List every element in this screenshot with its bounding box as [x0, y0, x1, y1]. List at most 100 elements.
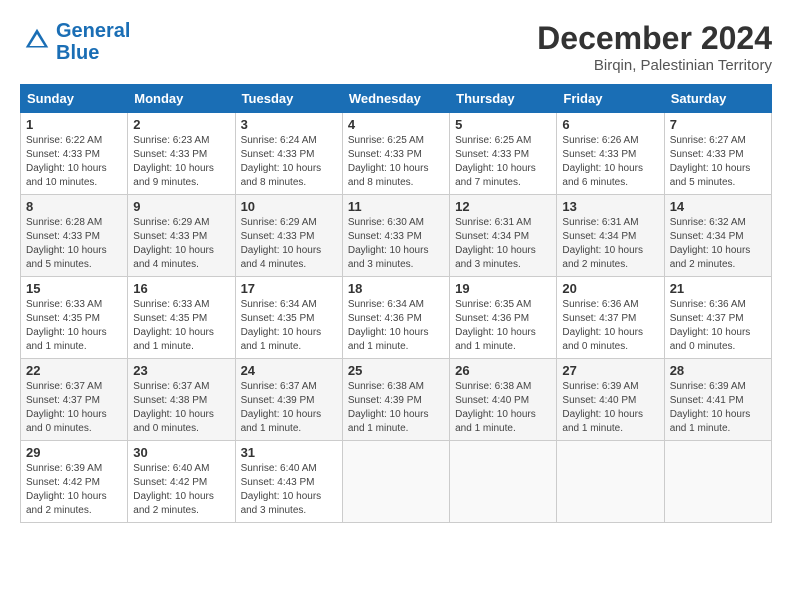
day-number: 12 [455, 199, 551, 214]
table-row: 16 Sunrise: 6:33 AMSunset: 4:35 PMDayligh… [128, 277, 235, 359]
table-row [342, 441, 449, 523]
day-number: 8 [26, 199, 122, 214]
table-row: 25 Sunrise: 6:38 AMSunset: 4:39 PMDayligh… [342, 359, 449, 441]
day-number: 22 [26, 363, 122, 378]
day-info: Sunrise: 6:34 AMSunset: 4:36 PMDaylight:… [348, 298, 444, 354]
day-number: 1 [26, 117, 122, 132]
table-row: 31 Sunrise: 6:40 AMSunset: 4:43 PMDayligh… [235, 441, 342, 523]
day-info: Sunrise: 6:37 AMSunset: 4:39 PMDaylight:… [241, 380, 337, 436]
table-row: 7 Sunrise: 6:27 AMSunset: 4:33 PMDaylight… [664, 113, 771, 195]
table-row: 27 Sunrise: 6:39 AMSunset: 4:40 PMDayligh… [557, 359, 664, 441]
header-tuesday: Tuesday [235, 85, 342, 113]
day-number: 25 [348, 363, 444, 378]
day-number: 30 [133, 445, 229, 460]
day-info: Sunrise: 6:25 AMSunset: 4:33 PMDaylight:… [348, 134, 444, 190]
day-number: 3 [241, 117, 337, 132]
day-info: Sunrise: 6:32 AMSunset: 4:34 PMDaylight:… [670, 216, 766, 272]
table-row: 9 Sunrise: 6:29 AMSunset: 4:33 PMDaylight… [128, 195, 235, 277]
weekday-header-row: Sunday Monday Tuesday Wednesday Thursday… [21, 85, 772, 113]
table-row [664, 441, 771, 523]
day-number: 20 [562, 281, 658, 296]
table-row: 2Sunrise: 6:23 AMSunset: 4:33 PMDaylight… [128, 113, 235, 195]
day-info: Sunrise: 6:39 AMSunset: 4:40 PMDaylight:… [562, 380, 658, 436]
day-info: Sunrise: 6:28 AMSunset: 4:33 PMDaylight:… [26, 216, 122, 272]
day-number: 18 [348, 281, 444, 296]
table-row: 26 Sunrise: 6:38 AMSunset: 4:40 PMDayligh… [450, 359, 557, 441]
table-row: 23Sunrise: 6:37 AMSunset: 4:38 PMDayligh… [128, 359, 235, 441]
day-number: 31 [241, 445, 337, 460]
day-info: Sunrise: 6:31 AMSunset: 4:34 PMDaylight:… [562, 216, 658, 272]
day-info: Sunrise: 6:29 AMSunset: 4:33 PMDaylight:… [133, 216, 229, 272]
table-row: 15 Sunrise: 6:33 AMSunset: 4:35 PMDayligh… [21, 277, 128, 359]
header-thursday: Thursday [450, 85, 557, 113]
day-number: 26 [455, 363, 551, 378]
day-info: Sunrise: 6:37 AMSunset: 4:37 PMDaylight:… [26, 380, 122, 436]
day-info: Sunrise: 6:36 AMSunset: 4:37 PMDaylight:… [670, 298, 766, 354]
day-number: 29 [26, 445, 122, 460]
week-row-2: 8 Sunrise: 6:28 AMSunset: 4:33 PMDaylight… [21, 195, 772, 277]
table-row: 12 Sunrise: 6:31 AMSunset: 4:34 PMDayligh… [450, 195, 557, 277]
day-number: 28 [670, 363, 766, 378]
table-row: 29 Sunrise: 6:39 AMSunset: 4:42 PMDayligh… [21, 441, 128, 523]
day-number: 9 [133, 199, 229, 214]
day-info: Sunrise: 6:38 AMSunset: 4:39 PMDaylight:… [348, 380, 444, 436]
table-row: 10Sunrise: 6:29 AMSunset: 4:33 PMDayligh… [235, 195, 342, 277]
week-row-3: 15 Sunrise: 6:33 AMSunset: 4:35 PMDayligh… [21, 277, 772, 359]
table-row: 5 Sunrise: 6:25 AMSunset: 4:33 PMDaylight… [450, 113, 557, 195]
day-number: 16 [133, 281, 229, 296]
calendar-table: Sunday Monday Tuesday Wednesday Thursday… [20, 84, 772, 523]
table-row: 3Sunrise: 6:24 AMSunset: 4:33 PMDaylight… [235, 113, 342, 195]
week-row-1: 1 Sunrise: 6:22 AMSunset: 4:33 PMDaylight… [21, 113, 772, 195]
header-sunday: Sunday [21, 85, 128, 113]
day-info: Sunrise: 6:26 AMSunset: 4:33 PMDaylight:… [562, 134, 658, 190]
day-number: 4 [348, 117, 444, 132]
table-row: 14 Sunrise: 6:32 AMSunset: 4:34 PMDayligh… [664, 195, 771, 277]
table-row: 21Sunrise: 6:36 AMSunset: 4:37 PMDayligh… [664, 277, 771, 359]
week-row-4: 22 Sunrise: 6:37 AMSunset: 4:37 PMDayligh… [21, 359, 772, 441]
day-info: Sunrise: 6:35 AMSunset: 4:36 PMDaylight:… [455, 298, 551, 354]
day-number: 15 [26, 281, 122, 296]
day-number: 27 [562, 363, 658, 378]
header-monday: Monday [128, 85, 235, 113]
day-info: Sunrise: 6:33 AMSunset: 4:35 PMDaylight:… [26, 298, 122, 354]
day-number: 11 [348, 199, 444, 214]
table-row: 13 Sunrise: 6:31 AMSunset: 4:34 PMDayligh… [557, 195, 664, 277]
day-number: 13 [562, 199, 658, 214]
day-number: 17 [241, 281, 337, 296]
day-info: Sunrise: 6:40 AMSunset: 4:43 PMDaylight:… [241, 462, 337, 518]
day-info: Sunrise: 6:30 AMSunset: 4:33 PMDaylight:… [348, 216, 444, 272]
day-info: Sunrise: 6:31 AMSunset: 4:34 PMDaylight:… [455, 216, 551, 272]
header-friday: Friday [557, 85, 664, 113]
logo-icon [22, 25, 52, 55]
day-info: Sunrise: 6:22 AMSunset: 4:33 PMDaylight:… [26, 134, 122, 190]
day-info: Sunrise: 6:25 AMSunset: 4:33 PMDaylight:… [455, 134, 551, 190]
day-info: Sunrise: 6:38 AMSunset: 4:40 PMDaylight:… [455, 380, 551, 436]
table-row [557, 441, 664, 523]
day-info: Sunrise: 6:40 AMSunset: 4:42 PMDaylight:… [133, 462, 229, 518]
day-info: Sunrise: 6:39 AMSunset: 4:42 PMDaylight:… [26, 462, 122, 518]
table-row [450, 441, 557, 523]
day-info: Sunrise: 6:27 AMSunset: 4:33 PMDaylight:… [670, 134, 766, 190]
logo: General Blue [20, 20, 130, 64]
day-number: 6 [562, 117, 658, 132]
day-number: 24 [241, 363, 337, 378]
table-row: 24 Sunrise: 6:37 AMSunset: 4:39 PMDayligh… [235, 359, 342, 441]
day-number: 14 [670, 199, 766, 214]
table-row: 1 Sunrise: 6:22 AMSunset: 4:33 PMDaylight… [21, 113, 128, 195]
table-row: 6 Sunrise: 6:26 AMSunset: 4:33 PMDaylight… [557, 113, 664, 195]
table-row: 18 Sunrise: 6:34 AMSunset: 4:36 PMDayligh… [342, 277, 449, 359]
day-number: 23 [133, 363, 229, 378]
header-wednesday: Wednesday [342, 85, 449, 113]
table-row: 8 Sunrise: 6:28 AMSunset: 4:33 PMDaylight… [21, 195, 128, 277]
day-number: 7 [670, 117, 766, 132]
table-row: 17 Sunrise: 6:34 AMSunset: 4:35 PMDayligh… [235, 277, 342, 359]
table-row: 20 Sunrise: 6:36 AMSunset: 4:37 PMDayligh… [557, 277, 664, 359]
day-info: Sunrise: 6:23 AMSunset: 4:33 PMDaylight:… [133, 134, 229, 190]
day-info: Sunrise: 6:29 AMSunset: 4:33 PMDaylight:… [241, 216, 337, 272]
day-number: 19 [455, 281, 551, 296]
day-info: Sunrise: 6:36 AMSunset: 4:37 PMDaylight:… [562, 298, 658, 354]
day-number: 5 [455, 117, 551, 132]
table-row: 11 Sunrise: 6:30 AMSunset: 4:33 PMDayligh… [342, 195, 449, 277]
day-info: Sunrise: 6:33 AMSunset: 4:35 PMDaylight:… [133, 298, 229, 354]
day-info: Sunrise: 6:34 AMSunset: 4:35 PMDaylight:… [241, 298, 337, 354]
